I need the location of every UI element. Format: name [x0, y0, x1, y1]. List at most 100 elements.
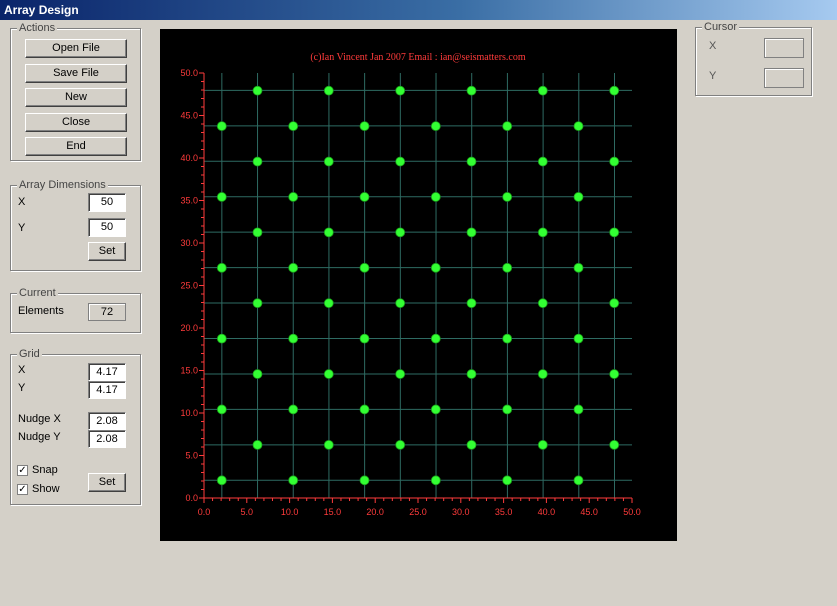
array-element-point	[359, 262, 370, 273]
grid-y-label: Y	[18, 382, 26, 394]
array-element-point	[430, 475, 441, 486]
cursor-y-label: Y	[709, 70, 717, 82]
new-button[interactable]: New	[25, 88, 127, 107]
array-y-input[interactable]: 50	[88, 218, 126, 237]
array-element-point	[323, 298, 334, 309]
x-tick-label: 50.0	[623, 507, 641, 517]
array-element-point	[430, 262, 441, 273]
array-element-point	[466, 369, 477, 379]
y-tick-label: 35.0	[180, 196, 198, 206]
array-element-point	[573, 333, 584, 344]
array-element-point	[359, 475, 370, 486]
array-element-point	[502, 121, 513, 132]
chart-title: (c)Ian Vincent Jan 2007 Email : ian@seis…	[310, 52, 526, 63]
x-tick-label: 30.0	[452, 507, 470, 517]
array-element-point	[288, 192, 299, 202]
array-element-point	[573, 192, 584, 202]
current-legend: Current	[17, 286, 58, 300]
x-tick-label: 35.0	[495, 507, 513, 517]
show-checkbox[interactable]: ✓	[17, 484, 28, 495]
x-tick-label: 45.0	[580, 507, 598, 517]
array-element-point	[502, 404, 513, 415]
array-element-point	[573, 121, 584, 132]
nudge-x-input[interactable]: 2.08	[88, 412, 126, 430]
x-tick-label: 15.0	[324, 507, 342, 517]
y-tick-label: 45.0	[180, 111, 198, 121]
y-tick-label: 25.0	[180, 281, 198, 291]
array-element-point	[609, 156, 620, 167]
show-label: Show	[32, 483, 60, 495]
snap-checkbox[interactable]: ✓	[17, 465, 28, 476]
array-element-point	[430, 333, 441, 344]
array-element-point	[323, 156, 334, 167]
array-element-point	[609, 439, 620, 450]
y-tick-label: 5.0	[185, 451, 198, 461]
array-y-label: Y	[18, 222, 26, 234]
grid-set-button[interactable]: Set	[88, 473, 126, 492]
y-tick-label: 30.0	[180, 238, 198, 248]
grid-x-label: X	[18, 364, 26, 376]
array-element-point	[430, 121, 441, 132]
array-element-point	[288, 475, 299, 486]
y-tick-label: 50.0	[180, 68, 198, 78]
array-element-point	[609, 369, 620, 379]
array-element-point	[537, 439, 548, 450]
array-element-point	[288, 121, 299, 132]
array-element-point	[466, 298, 477, 309]
array-element-point	[252, 298, 263, 309]
grid-x-input[interactable]: 4.17	[88, 363, 126, 381]
array-element-point	[573, 262, 584, 273]
array-element-point	[395, 227, 406, 238]
array-x-input[interactable]: 50	[88, 193, 126, 212]
array-dimensions-legend: Array Dimensions	[17, 178, 108, 192]
elements-count: 72	[88, 303, 126, 321]
elements-label: Elements	[18, 305, 64, 317]
window-title: Array Design	[4, 3, 79, 17]
array-element-point	[252, 369, 263, 379]
array-element-point	[288, 404, 299, 415]
array-element-point	[252, 85, 263, 96]
cursor-y-readout	[764, 68, 804, 88]
cursor-x-label: X	[709, 40, 717, 52]
cursor-legend: Cursor	[702, 20, 740, 34]
array-element-point	[323, 227, 334, 238]
array-element-point	[216, 262, 227, 273]
window-title-bar[interactable]: Array Design	[0, 0, 837, 20]
array-element-point	[216, 333, 227, 344]
array-element-point	[609, 227, 620, 238]
array-element-point	[537, 369, 548, 379]
y-tick-label: 0.0	[185, 493, 198, 503]
array-element-point	[288, 333, 299, 344]
grid-y-input[interactable]: 4.17	[88, 381, 126, 399]
end-button[interactable]: End	[25, 137, 127, 156]
y-tick-label: 15.0	[180, 366, 198, 376]
nudge-y-input[interactable]: 2.08	[88, 430, 126, 448]
array-element-point	[573, 475, 584, 486]
array-element-point	[395, 156, 406, 167]
y-tick-label: 20.0	[180, 323, 198, 333]
array-x-label: X	[18, 196, 26, 208]
array-element-point	[609, 298, 620, 309]
x-tick-label: 20.0	[366, 507, 384, 517]
save-file-button[interactable]: Save File	[25, 64, 127, 83]
array-element-point	[395, 369, 406, 379]
array-element-point	[395, 85, 406, 96]
array-element-point	[502, 262, 513, 273]
grid-legend: Grid	[17, 347, 42, 361]
x-tick-label: 5.0	[241, 507, 254, 517]
open-file-button[interactable]: Open File	[25, 39, 127, 58]
x-tick-label: 25.0	[409, 507, 427, 517]
array-plot[interactable]: (c)Ian Vincent Jan 2007 Email : ian@seis…	[160, 29, 677, 541]
snap-label: Snap	[32, 464, 58, 476]
close-button[interactable]: Close	[25, 113, 127, 132]
cursor-x-readout	[764, 38, 804, 58]
array-element-point	[359, 121, 370, 132]
array-element-point	[323, 85, 334, 96]
array-set-button[interactable]: Set	[88, 242, 126, 261]
array-element-point	[430, 404, 441, 415]
array-element-point	[537, 298, 548, 309]
array-element-point	[216, 404, 227, 415]
array-plot-svg[interactable]: (c)Ian Vincent Jan 2007 Email : ian@seis…	[160, 29, 677, 541]
array-element-point	[466, 85, 477, 96]
array-element-point	[537, 85, 548, 96]
